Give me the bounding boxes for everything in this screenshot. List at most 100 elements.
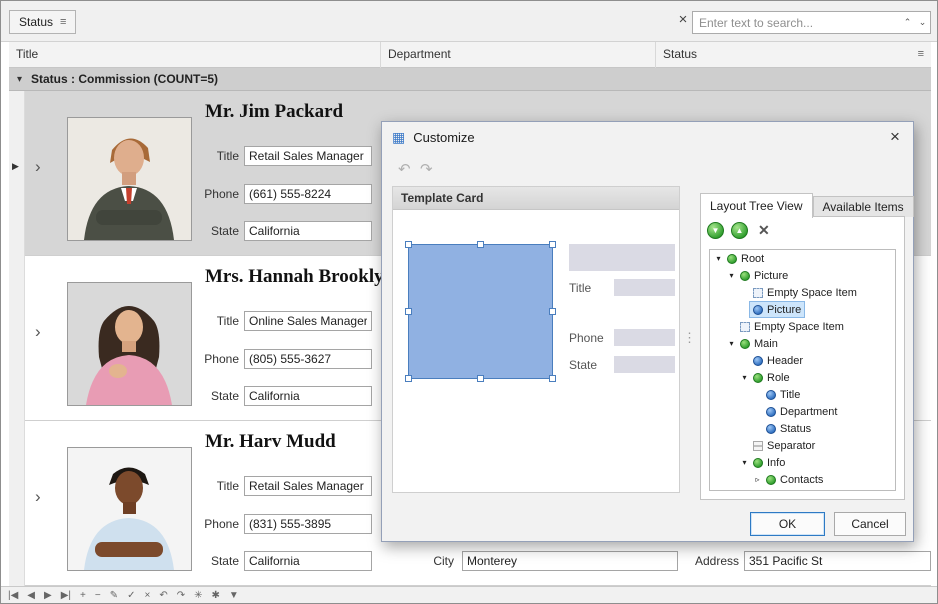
search-down-icon[interactable]: ⌄ (915, 17, 930, 28)
resize-handle[interactable] (405, 241, 412, 248)
tree-node-empty-space-2[interactable]: Empty Space Item (710, 318, 895, 335)
tree-node-contacts[interactable]: ▹ Contacts (710, 471, 895, 488)
group-icon (727, 254, 737, 264)
tab-available-items[interactable]: Available Items (813, 196, 914, 217)
filter-icon[interactable]: ▼ (229, 591, 239, 601)
undo-icon[interactable]: ↶ (398, 160, 411, 178)
group-icon (753, 373, 763, 383)
address-field-input[interactable] (744, 551, 931, 571)
search-input[interactable] (693, 16, 900, 30)
tree-node-title[interactable]: Title (710, 386, 895, 403)
grouped-column-label: Status (19, 15, 53, 29)
edit-record-icon[interactable]: ✎ (110, 591, 118, 601)
append-record-icon[interactable]: + (80, 591, 86, 601)
options-icon[interactable]: ✳ (194, 591, 202, 601)
tree-node-department[interactable]: Department (710, 403, 895, 420)
tree-node-picture[interactable]: Picture (710, 301, 895, 318)
phone-field-label: Phone (195, 187, 239, 201)
resize-handle[interactable] (549, 241, 556, 248)
city-field-input[interactable] (462, 551, 678, 571)
group-icon (766, 475, 776, 485)
phone-field-input[interactable] (244, 514, 372, 534)
city-field-label: City (410, 554, 454, 568)
tree-node-root[interactable]: ▾ Root (710, 250, 895, 267)
expander-icon[interactable]: ▾ (713, 254, 724, 263)
template-card-header: Template Card (393, 187, 679, 210)
splitter-grip-icon[interactable]: ⋮ (683, 330, 696, 346)
resize-handle[interactable] (477, 375, 484, 382)
nav-first-icon[interactable]: |◀ (8, 591, 18, 601)
move-up-button[interactable]: ▲ (731, 222, 748, 239)
dialog-close-icon[interactable]: × (887, 127, 903, 147)
tree-node-role[interactable]: ▾ Role (710, 369, 895, 386)
expander-icon[interactable]: ▾ (726, 339, 737, 348)
resize-handle[interactable] (405, 308, 412, 315)
tree-node-separator[interactable]: Separator (710, 437, 895, 454)
tree-node-picture-group[interactable]: ▾ Picture (710, 267, 895, 284)
resize-handle[interactable] (477, 241, 484, 248)
move-down-icon: ▼ (712, 227, 720, 235)
move-down-button[interactable]: ▼ (707, 222, 724, 239)
column-header-department[interactable]: Department (381, 42, 656, 68)
accept-changes-icon[interactable]: ✓ (127, 591, 135, 601)
row-expand-icon[interactable]: › (35, 487, 41, 507)
nav-prev-icon[interactable]: ◀ (27, 591, 35, 601)
group-row-label: Status : Commission (COUNT=5) (31, 72, 218, 86)
tree-node-empty-space-1[interactable]: Empty Space Item (710, 284, 895, 301)
title-field-input[interactable] (244, 146, 372, 166)
sort-order-icon: ≡ (60, 16, 66, 28)
dialog-title-bar[interactable]: ▦ Customize × (382, 122, 913, 152)
delete-record-icon[interactable]: − (95, 591, 101, 601)
item-icon (766, 424, 776, 434)
photo-harv-mudd (68, 448, 191, 570)
row-expand-icon[interactable]: › (35, 322, 41, 342)
selected-picture-item[interactable] (408, 244, 553, 379)
tree-node-status[interactable]: Status (710, 420, 895, 437)
close-find-panel-icon[interactable]: × (675, 11, 691, 28)
state-field-input[interactable] (244, 551, 372, 571)
title-placeholder[interactable] (614, 279, 675, 296)
group-collapse-icon[interactable]: ▾ (17, 74, 31, 85)
resize-handle[interactable] (405, 375, 412, 382)
expander-icon[interactable]: ▹ (752, 475, 763, 484)
phone-field-input[interactable] (244, 184, 372, 204)
phone-field-input[interactable] (244, 349, 372, 369)
title-field-input[interactable] (244, 476, 372, 496)
column-header-title[interactable]: Title (9, 42, 381, 68)
state-field-label: State (195, 554, 239, 568)
ok-button[interactable]: OK (750, 512, 825, 536)
state-placeholder[interactable] (614, 356, 675, 373)
title-field-input[interactable] (244, 311, 372, 331)
customize-dialog-icon: ▦ (392, 129, 405, 146)
redo-icon[interactable]: ↷ (420, 160, 433, 178)
nav-last-icon[interactable]: ▶| (61, 591, 71, 601)
nav-next-icon[interactable]: ▶ (44, 591, 52, 601)
expander-icon[interactable]: ▾ (739, 373, 750, 382)
expander-icon[interactable]: ▾ (739, 458, 750, 467)
cancel-button[interactable]: Cancel (834, 512, 906, 536)
undo-icon[interactable]: ↶ (159, 591, 167, 601)
tree-node-info[interactable]: ▾ Info (710, 454, 895, 471)
tree-node-header[interactable]: Header (710, 352, 895, 369)
grouped-column-button[interactable]: Status ≡ (9, 10, 76, 34)
header-placeholder[interactable] (569, 244, 675, 271)
resize-handle[interactable] (549, 308, 556, 315)
tree-node-main[interactable]: ▾ Main (710, 335, 895, 352)
delete-item-icon[interactable]: ✕ (758, 222, 770, 239)
state-field-input[interactable] (244, 386, 372, 406)
row-expand-icon[interactable]: › (35, 157, 41, 177)
search-up-icon[interactable]: ⌃ (900, 17, 915, 28)
tab-layout-tree-view[interactable]: Layout Tree View (700, 193, 813, 218)
empty-space-icon (753, 288, 763, 298)
phone-placeholder[interactable] (614, 329, 675, 346)
state-field-input[interactable] (244, 221, 372, 241)
redo-icon[interactable]: ↷ (177, 591, 185, 601)
data-navigator: |◀ ◀ ▶ ▶| + − ✎ ✓ × ↶ ↷ ✳ ✱ ▼ (1, 586, 937, 604)
expander-icon[interactable]: ▾ (726, 271, 737, 280)
cancel-changes-icon[interactable]: × (144, 591, 150, 601)
options-secondary-icon[interactable]: ✱ (211, 591, 219, 601)
resize-handle[interactable] (549, 375, 556, 382)
column-header-status[interactable]: Status ≡ (656, 42, 931, 68)
group-row[interactable]: ▾ Status : Commission (COUNT=5) (9, 68, 931, 91)
dialog-tabs: Layout Tree View Available Items (700, 192, 914, 217)
